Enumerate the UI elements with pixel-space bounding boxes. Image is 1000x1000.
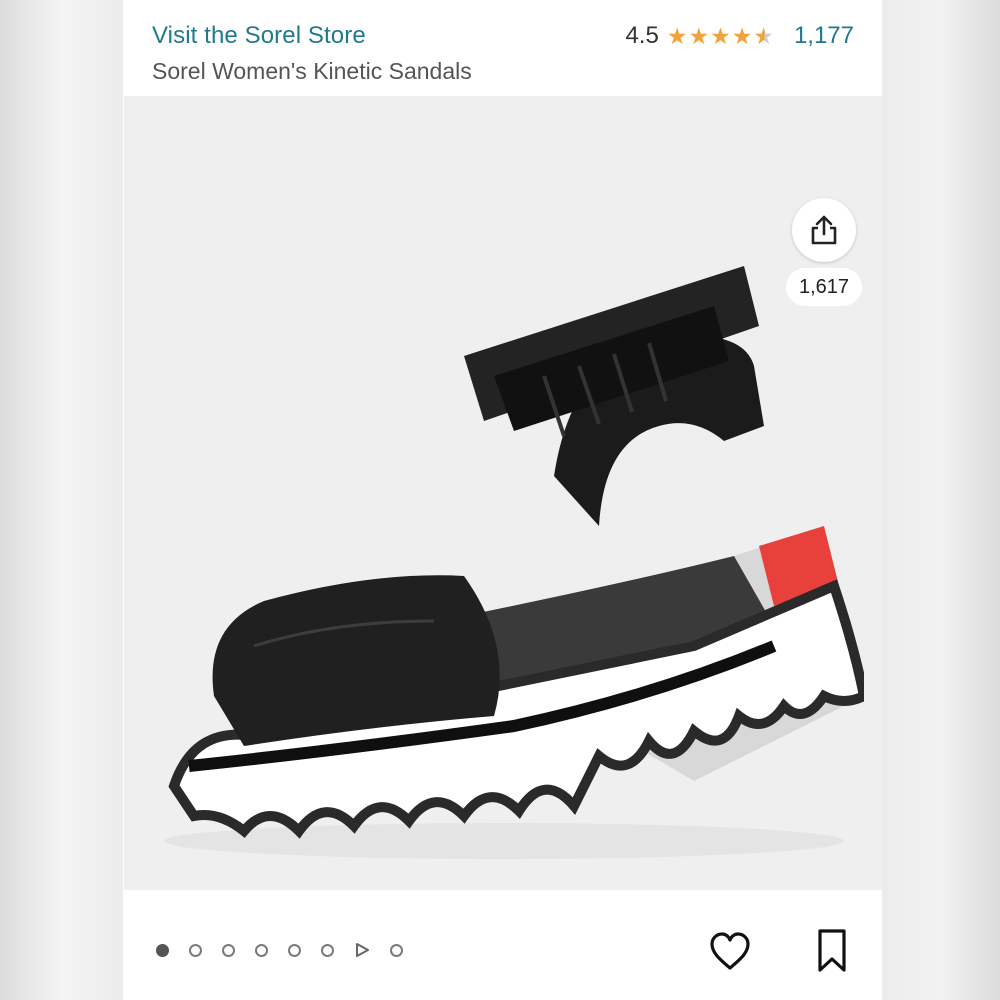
review-count-link[interactable]: 1,177 [794, 22, 854, 50]
save-for-later-button[interactable] [812, 928, 852, 974]
product-title: Sorel Women's Kinetic Sandals [152, 58, 472, 84]
rating-value: 4.5 [625, 22, 659, 49]
page-dot[interactable] [321, 943, 334, 957]
star-icon: ★ [666, 22, 688, 49]
product-header: Visit the Sorel Store Sorel Women's Kine… [124, 0, 882, 96]
bookmark-icon [818, 929, 846, 972]
product-page: Visit the Sorel Store Sorel Women's Kine… [124, 0, 882, 1000]
rating-summary[interactable]: 4.5 ★ ★ ★ ★ ★ 1,177 [625, 22, 854, 50]
video-play-icon[interactable] [354, 942, 370, 958]
favorite-button[interactable] [708, 930, 752, 974]
page-dot[interactable] [255, 943, 268, 957]
star-icon: ★ [688, 22, 710, 49]
half-star-icon: ★ [753, 22, 774, 49]
image-pagination[interactable] [156, 942, 403, 958]
star-icon: ★ [710, 22, 731, 49]
heart-icon [710, 932, 750, 970]
page-dot[interactable] [189, 943, 202, 957]
page-dot[interactable] [288, 943, 301, 957]
visit-store-link[interactable]: Visit the Sorel Store [152, 22, 366, 50]
page-dot[interactable] [222, 943, 235, 957]
product-image [164, 266, 864, 859]
share-icon [811, 215, 837, 245]
star-rating: ★ ★ ★ ★ ★ [666, 22, 774, 49]
star-icon: ★ [731, 22, 753, 49]
share-count: 1,617 [786, 268, 862, 306]
page-dot-active[interactable] [156, 943, 169, 957]
share-button[interactable] [792, 198, 856, 262]
product-image-gallery[interactable]: 1,617 [124, 96, 882, 890]
page-dot[interactable] [390, 943, 403, 957]
